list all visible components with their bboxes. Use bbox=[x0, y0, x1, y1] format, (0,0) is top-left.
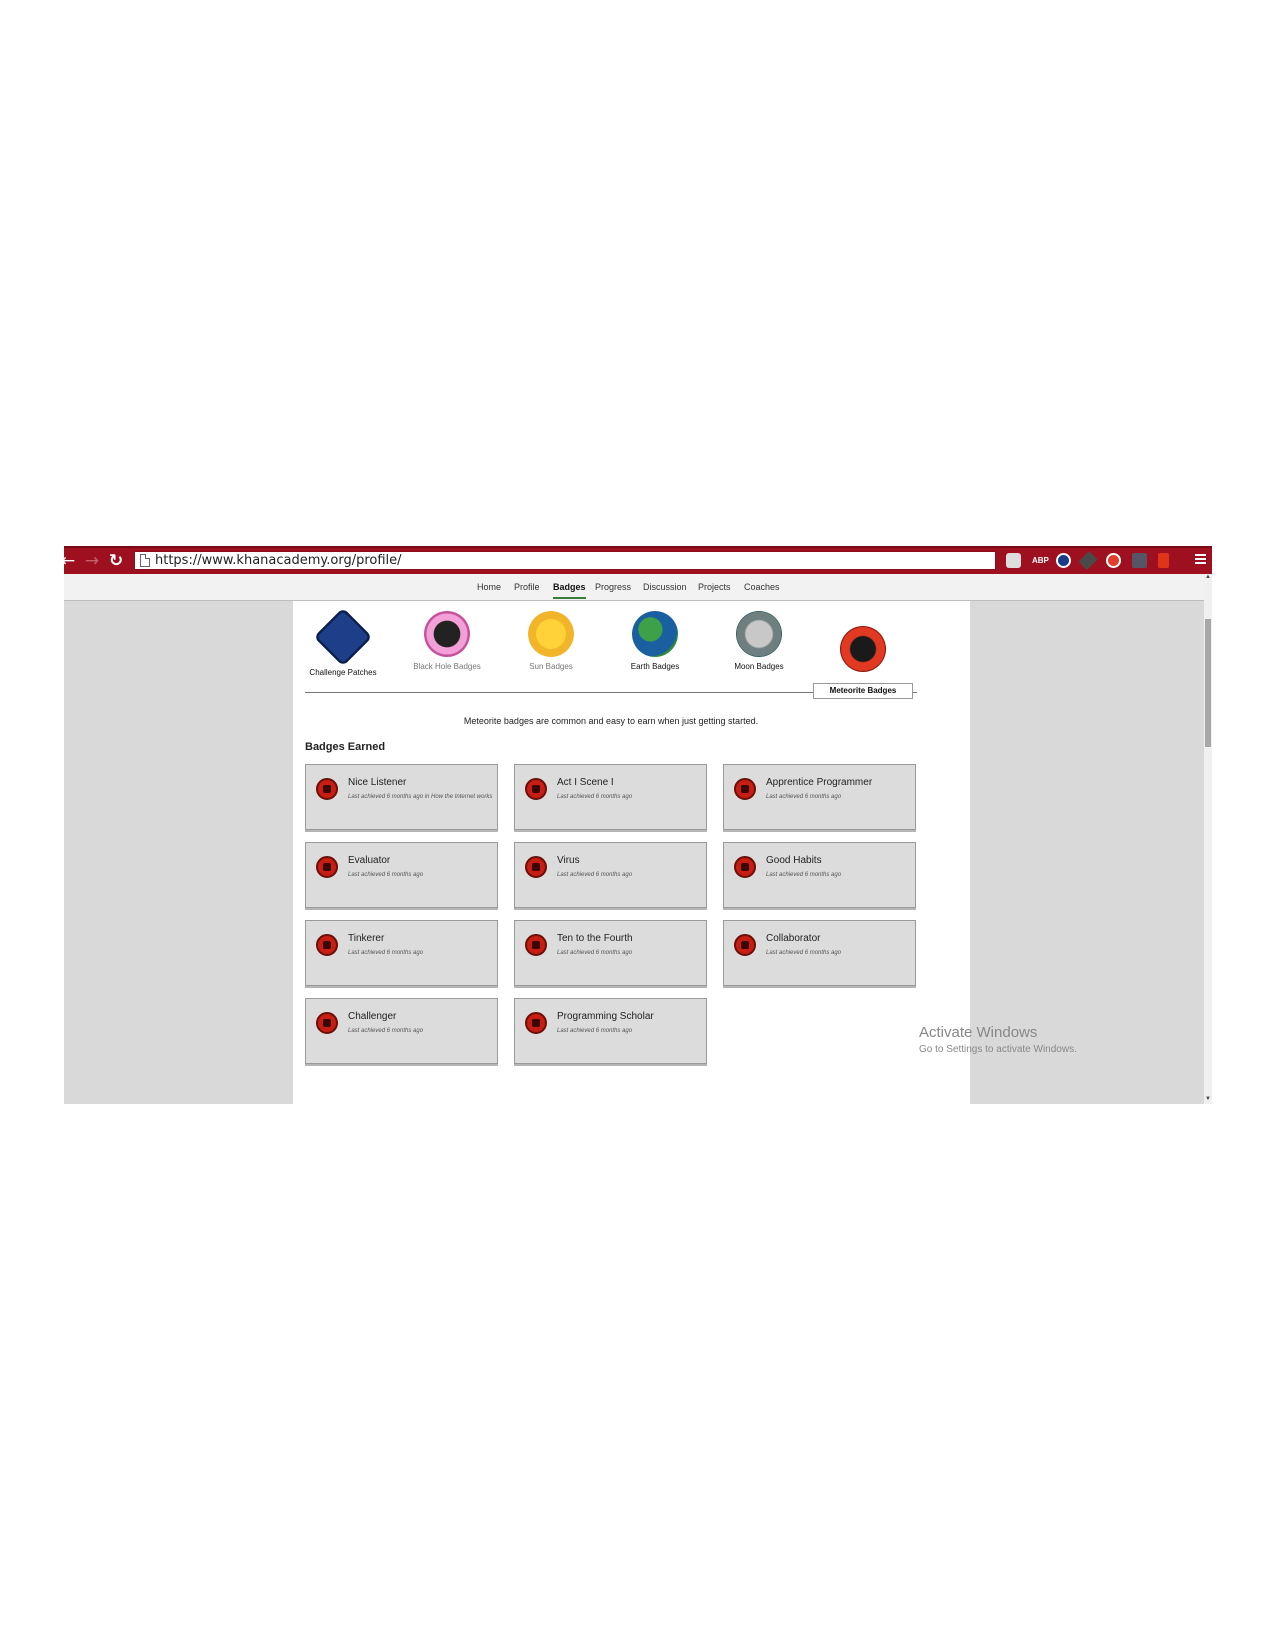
category-label: Moon Badges bbox=[734, 662, 784, 671]
collaborator-icon bbox=[734, 934, 756, 956]
reload-button[interactable]: ↻ bbox=[106, 551, 126, 571]
badge-name: Challenger bbox=[348, 1011, 397, 1022]
category-meteorite[interactable] bbox=[813, 626, 913, 672]
badge-card[interactable]: Tinkerer Last achieved 6 months ago bbox=[305, 920, 498, 986]
url-text: https://www.khanacademy.org/profile/ bbox=[155, 553, 402, 568]
page-icon bbox=[140, 554, 150, 567]
forward-button[interactable]: → bbox=[82, 551, 102, 571]
category-label: Black Hole Badges bbox=[413, 662, 481, 671]
moon-icon bbox=[736, 611, 782, 657]
watermark-title: Activate Windows bbox=[919, 1024, 1038, 1041]
abp-extension-icon[interactable]: ABP bbox=[1032, 556, 1049, 571]
nav-coaches[interactable]: Coaches bbox=[744, 582, 780, 592]
badge-achieved: Last achieved 6 months ago bbox=[348, 872, 424, 878]
check-extension-icon[interactable] bbox=[1106, 553, 1121, 568]
badge-name: Tinkerer bbox=[348, 933, 385, 944]
category-label: Sun Badges bbox=[529, 662, 573, 671]
badge-achieved: Last achieved 6 months ago bbox=[557, 872, 633, 878]
category-black-hole[interactable]: Black Hole Badges bbox=[397, 611, 497, 671]
category-sun[interactable]: Sun Badges bbox=[501, 611, 601, 671]
scrollbar[interactable]: ▲ ▼ bbox=[1204, 574, 1212, 1104]
category-label: Earth Badges bbox=[630, 662, 680, 671]
menu-icon[interactable] bbox=[1195, 554, 1206, 565]
badge-name: Programming Scholar bbox=[557, 1011, 654, 1022]
badge-card[interactable]: Act I Scene I Last achieved 6 months ago bbox=[514, 764, 707, 830]
badge-card[interactable]: Collaborator Last achieved 6 months ago bbox=[723, 920, 916, 986]
watermark-subtitle: Go to Settings to activate Windows. bbox=[919, 1044, 1077, 1055]
calendar-icon bbox=[734, 856, 756, 878]
badge-name: Collaborator bbox=[766, 933, 821, 944]
speaker-icon bbox=[316, 778, 338, 800]
nav-home[interactable]: Home bbox=[477, 582, 501, 592]
badge-card[interactable]: Apprentice Programmer Last achieved 6 mo… bbox=[723, 764, 916, 830]
nav-projects[interactable]: Projects bbox=[698, 582, 731, 592]
earth-icon bbox=[632, 611, 678, 657]
badge-achieved: Last achieved 6 months ago bbox=[557, 794, 633, 800]
screen-extension-icon[interactable] bbox=[1132, 553, 1147, 568]
nav-profile[interactable]: Profile bbox=[514, 582, 540, 592]
badge-card[interactable]: Ten to the Fourth Last achieved 6 months… bbox=[514, 920, 707, 986]
badges-panel: Challenge Patches Black Hole Badges Sun … bbox=[293, 601, 970, 1104]
monitor-icon bbox=[525, 1012, 547, 1034]
scroll-thumb[interactable] bbox=[1205, 619, 1211, 747]
badge-achieved: Last achieved 6 months ago bbox=[766, 872, 842, 878]
ten-fourth-icon bbox=[525, 934, 547, 956]
badge-achieved: Last achieved 6 months ago bbox=[348, 950, 424, 956]
browser-toolbar: ← → ↻ https://www.khanacademy.org/profil… bbox=[64, 546, 1212, 574]
category-moon[interactable]: Moon Badges bbox=[709, 611, 809, 671]
badge-achieved: Last achieved 6 months ago bbox=[766, 950, 842, 956]
category-description: Meteorite badges are common and easy to … bbox=[463, 716, 759, 726]
office-extension-icon[interactable] bbox=[1158, 553, 1169, 568]
scroll-down-arrow[interactable]: ▼ bbox=[1204, 1096, 1212, 1102]
badge-name: Evaluator bbox=[348, 855, 391, 866]
badge-achieved: Last achieved 6 months ago in How the In… bbox=[348, 794, 493, 800]
scroll-up-arrow[interactable]: ▲ bbox=[1204, 574, 1212, 580]
compass-extension-icon[interactable] bbox=[1056, 553, 1071, 568]
badge-name: Apprentice Programmer bbox=[766, 777, 873, 788]
badge-achieved: Last achieved 6 months ago bbox=[557, 1028, 633, 1034]
profile-nav: Home Profile Badges Progress Discussion … bbox=[64, 574, 1204, 601]
back-button[interactable]: ← bbox=[64, 551, 78, 571]
category-earth[interactable]: Earth Badges bbox=[605, 611, 705, 671]
theater-icon bbox=[525, 778, 547, 800]
badge-name: Nice Listener bbox=[348, 777, 407, 788]
eyedropper-extension-icon[interactable] bbox=[1078, 550, 1098, 571]
badge-card[interactable]: Virus Last achieved 6 months ago bbox=[514, 842, 707, 908]
badge-card[interactable]: Challenger Last achieved 6 months ago bbox=[305, 998, 498, 1064]
category-challenge-patches[interactable]: Challenge Patches bbox=[293, 607, 393, 677]
black-hole-icon bbox=[424, 611, 470, 657]
browser-screenshot: ← → ↻ https://www.khanacademy.org/profil… bbox=[64, 546, 1212, 1104]
address-bar[interactable]: https://www.khanacademy.org/profile/ bbox=[134, 551, 996, 570]
shield-extension-icon[interactable] bbox=[1006, 553, 1021, 568]
activate-windows-watermark: Activate Windows Go to Settings to activ… bbox=[919, 1024, 1077, 1055]
nav-discussion[interactable]: Discussion bbox=[643, 582, 687, 592]
badge-achieved: Last achieved 6 months ago bbox=[766, 794, 842, 800]
challenge-patch-icon bbox=[313, 607, 373, 667]
tools-icon bbox=[316, 1012, 338, 1034]
badge-name: Virus bbox=[557, 855, 580, 866]
code-icon bbox=[734, 778, 756, 800]
tools-icon bbox=[316, 934, 338, 956]
badge-name: Act I Scene I bbox=[557, 777, 614, 788]
badges-earned-heading: Badges Earned bbox=[305, 741, 386, 753]
badge-name: Ten to the Fourth bbox=[557, 933, 633, 944]
badge-name: Good Habits bbox=[766, 855, 822, 866]
nav-badges[interactable]: Badges bbox=[553, 582, 586, 599]
category-label: Challenge Patches bbox=[309, 668, 377, 677]
badge-card[interactable]: Evaluator Last achieved 6 months ago bbox=[305, 842, 498, 908]
virus-icon bbox=[525, 856, 547, 878]
evaluator-icon bbox=[316, 856, 338, 878]
badge-achieved: Last achieved 6 months ago bbox=[557, 950, 633, 956]
nav-progress[interactable]: Progress bbox=[595, 582, 631, 592]
badge-card[interactable]: Good Habits Last achieved 6 months ago bbox=[723, 842, 916, 908]
badge-card[interactable]: Nice Listener Last achieved 6 months ago… bbox=[305, 764, 498, 830]
badge-card[interactable]: Programming Scholar Last achieved 6 mont… bbox=[514, 998, 707, 1064]
badge-achieved: Last achieved 6 months ago bbox=[348, 1028, 424, 1034]
meteorite-icon bbox=[840, 626, 886, 672]
selected-category-tab[interactable]: Meteorite Badges bbox=[813, 683, 913, 699]
sun-icon bbox=[528, 611, 574, 657]
